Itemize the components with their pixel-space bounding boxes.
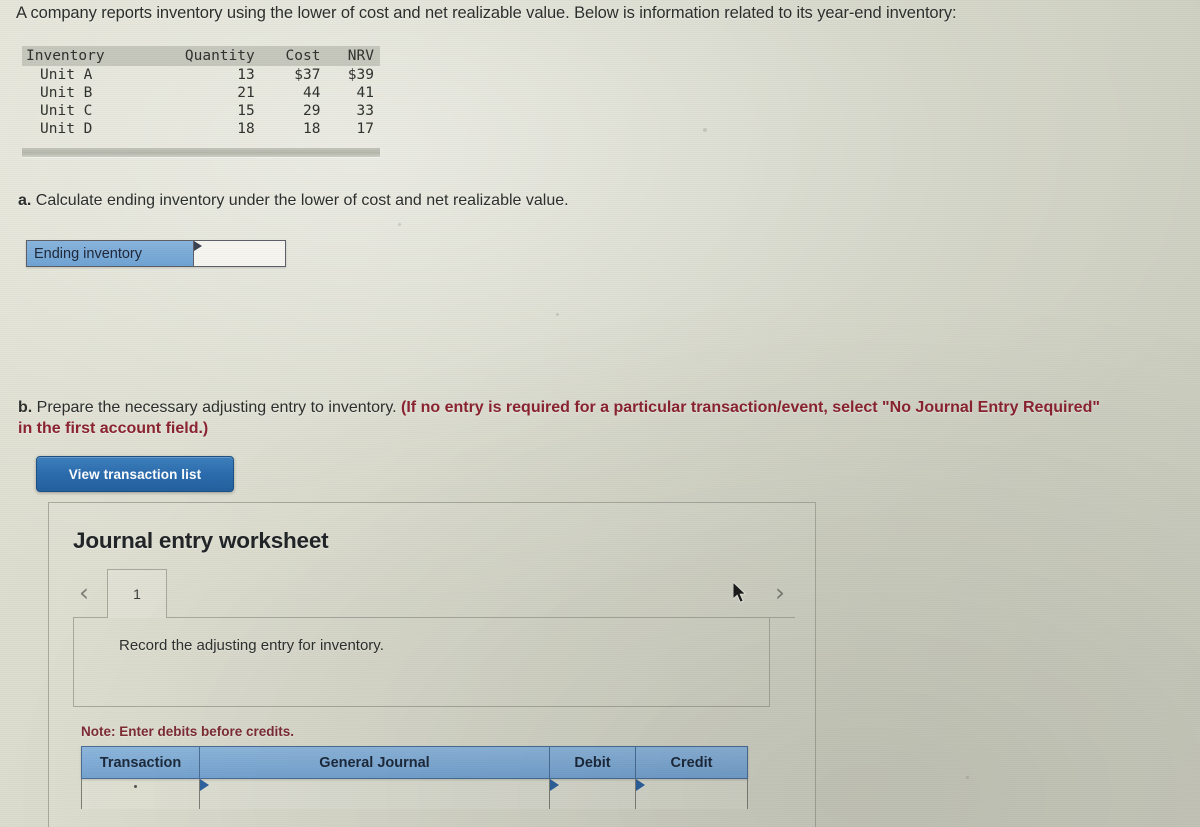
inventory-cell-cost: 29 (302, 103, 321, 119)
inventory-cell-name: Unit A (40, 67, 93, 83)
table-row (81, 779, 748, 809)
view-transaction-list-button[interactable]: View transaction list (36, 456, 234, 492)
inventory-cell-name: Unit C (40, 103, 93, 119)
journal-cell-general-journal[interactable] (200, 779, 550, 809)
intro-paragraph: A company reports inventory using the lo… (16, 4, 957, 22)
debits-before-credits-note: Note: Enter debits before credits. (81, 724, 295, 739)
inventory-table-header-row: Inventory Quantity Cost NRV (22, 46, 380, 66)
inventory-col-quantity: Quantity (146, 46, 261, 66)
inventory-cell-name: Unit D (40, 121, 93, 137)
inventory-cell-quantity: 15 (237, 103, 255, 119)
inventory-cell-quantity: 18 (237, 121, 255, 137)
journal-entry-table: Transaction General Journal Debit Credit (81, 746, 748, 809)
worksheet-prompt-box (73, 617, 770, 707)
inventory-cell-nrv: 33 (356, 103, 374, 119)
photo-speck (398, 223, 401, 226)
photo-speck (556, 313, 559, 316)
inventory-col-inventory: Inventory (22, 46, 147, 66)
inventory-data-table: Inventory Quantity Cost NRV Unit A 13 $3… (22, 46, 380, 138)
inventory-table-bottom-rule (22, 148, 380, 157)
inventory-col-nrv: NRV (326, 46, 380, 66)
journal-cell-transaction[interactable] (82, 779, 200, 809)
tab-1[interactable]: 1 (107, 569, 167, 618)
journal-col-general-journal: General Journal (200, 747, 550, 778)
ending-inventory-row: Ending inventory (26, 240, 286, 267)
photo-speck (703, 128, 707, 132)
inventory-cell-nrv: $39 (347, 67, 374, 83)
journal-cell-credit[interactable] (636, 779, 747, 809)
chevron-left-icon[interactable]: ‹ (73, 579, 95, 607)
journal-col-debit: Debit (550, 747, 636, 778)
inventory-cell-nrv: 41 (356, 85, 374, 101)
inventory-cell-cost: 44 (302, 85, 321, 101)
cell-dropdown-marker-icon (200, 779, 209, 791)
inventory-cell-quantity: 13 (237, 67, 255, 83)
cell-marker-dot-icon (134, 785, 137, 788)
inventory-cell-cost: $37 (294, 67, 321, 83)
inventory-cell-cost: 18 (302, 121, 321, 137)
inventory-cell-name: Unit B (40, 85, 93, 101)
inventory-cell-quantity: 21 (237, 85, 255, 101)
inventory-col-cost: Cost (260, 46, 327, 66)
ending-inventory-input-cell[interactable] (193, 241, 285, 266)
journal-cell-debit[interactable] (550, 779, 636, 809)
photo-speck (966, 776, 969, 779)
ending-inventory-label: Ending inventory (27, 241, 193, 266)
table-row: Unit C 15 29 33 (22, 102, 380, 120)
part-a-text: Calculate ending inventory under the low… (35, 192, 569, 209)
worksheet-tabstrip: ‹ 1 › (73, 569, 795, 618)
part-b-label: b. (18, 399, 33, 416)
part-a-question: a. Calculate ending inventory under the … (18, 192, 569, 210)
journal-col-credit: Credit (670, 754, 713, 771)
journal-col-transaction: Transaction (82, 747, 200, 778)
table-row: Unit D 18 18 17 (22, 120, 380, 138)
part-a-label: a. (18, 192, 32, 209)
worksheet-title: Journal entry worksheet (73, 528, 329, 553)
table-row: Unit B 21 44 41 (22, 84, 380, 102)
part-b-question: b. Prepare the necessary adjusting entry… (18, 398, 1108, 440)
part-b-text: Prepare the necessary adjusting entry to… (36, 399, 397, 416)
cell-dropdown-marker-icon (636, 779, 645, 791)
journal-table-header-row: Transaction General Journal Debit Credit (81, 746, 748, 779)
cell-dropdown-marker-icon (550, 779, 559, 791)
chevron-right-icon[interactable]: › (769, 579, 791, 607)
ending-inventory-input[interactable] (194, 241, 285, 266)
worksheet-prompt-text: Record the adjusting entry for inventory… (119, 637, 384, 654)
journal-entry-worksheet-panel: Journal entry worksheet ‹ 1 › Record the… (48, 502, 816, 827)
table-row: Unit A 13 $37 $39 (22, 66, 380, 84)
inventory-cell-nrv: 17 (356, 121, 374, 137)
